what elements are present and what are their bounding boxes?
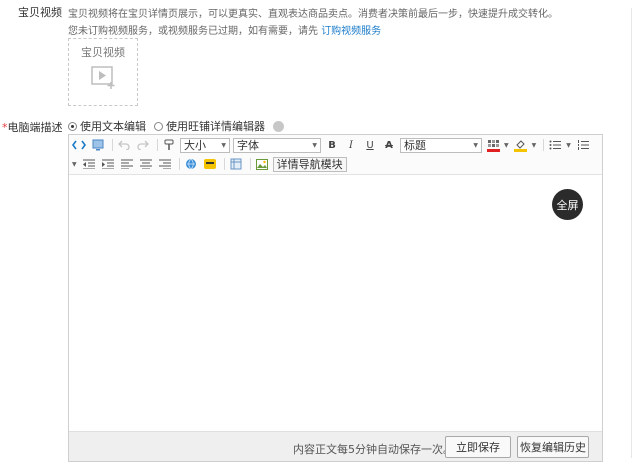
toolbar-separator <box>157 139 158 151</box>
align-left-icon[interactable] <box>119 156 135 172</box>
mode-shop-editor-label: 使用旺铺详情编辑器 <box>166 120 265 133</box>
editor-footer: 内容正文每5分钟自动保存一次。 立即保存 恢复编辑历史 <box>69 431 602 461</box>
chevron-down-icon: ▼ <box>221 141 226 149</box>
video-add-icon <box>91 66 115 89</box>
editor-toolbar: 大小 ▼ 字体 ▼ B I U A 标题 ▼ ▼ ▼ ▼ ▼ 详情导航模块 <box>69 135 602 175</box>
mode-shop-editor[interactable]: 使用旺铺详情编辑器 <box>154 118 265 134</box>
video-subscribe-prefix: 您未订购视频服务，或视频服务已过期，如有需要，请先 <box>68 26 318 37</box>
chevron-down-icon: ▼ <box>473 141 478 149</box>
source-code-icon[interactable] <box>71 137 87 153</box>
emoticon-icon[interactable] <box>202 156 218 172</box>
more-dropdown-icon[interactable]: ▼ <box>72 161 77 168</box>
highlight-color-dropdown-icon[interactable]: ▼ <box>532 142 537 149</box>
font-family-select[interactable]: 字体 ▼ <box>233 137 321 153</box>
outdent-icon[interactable] <box>81 156 97 172</box>
toolbar-row-2: ▼ 详情导航模块 <box>71 155 347 173</box>
subscribe-video-link[interactable]: 订购视频服务 <box>321 26 381 37</box>
insert-image-icon[interactable] <box>254 156 270 172</box>
font-color-icon[interactable] <box>485 137 501 153</box>
help-dot-icon[interactable] <box>273 120 284 132</box>
font-family-value: 字体 <box>237 139 259 152</box>
insert-table-icon[interactable] <box>228 156 244 172</box>
detail-nav-module-button[interactable]: 详情导航模块 <box>272 156 347 172</box>
underline-button[interactable]: U <box>362 137 378 153</box>
toolbar-separator <box>223 158 225 170</box>
restore-history-button[interactable]: 恢复编辑历史 <box>517 436 589 458</box>
align-center-icon[interactable] <box>138 156 154 172</box>
toolbar-separator <box>178 158 180 170</box>
toolbar-separator <box>112 139 113 151</box>
heading-value: 标题 <box>404 139 426 152</box>
font-size-select[interactable]: 大小 ▼ <box>180 137 230 153</box>
ordered-list-icon[interactable] <box>575 137 591 153</box>
fullscreen-button[interactable]: 全屏 <box>552 189 583 220</box>
align-right-icon[interactable] <box>157 156 173 172</box>
video-subscribe-notice: 您未订购视频服务，或视频服务已过期，如有需要，请先 订购视频服务 <box>68 22 381 37</box>
rich-text-editor: 大小 ▼ 字体 ▼ B I U A 标题 ▼ ▼ ▼ ▼ ▼ 详情导航模块 全屏… <box>68 134 603 462</box>
mode-text-editor-label: 使用文本编辑 <box>80 120 146 133</box>
redo-icon[interactable] <box>135 137 151 153</box>
chevron-down-icon: ▼ <box>312 141 317 149</box>
video-label: 宝贝视频 <box>18 6 62 19</box>
editor-mode-selector: 使用文本编辑 使用旺铺详情编辑器 <box>68 118 284 134</box>
toolbar-separator <box>249 158 251 170</box>
video-description: 宝贝视频将在宝贝详情页展示，可以更真实、直观表达商品卖点。消费者决策前最后一步，… <box>68 9 558 20</box>
toolbar-row-1: 大小 ▼ 字体 ▼ B I U A 标题 ▼ ▼ ▼ ▼ <box>71 136 594 154</box>
save-now-button[interactable]: 立即保存 <box>445 436 511 458</box>
undo-icon[interactable] <box>116 137 132 153</box>
bold-button[interactable]: B <box>324 137 340 153</box>
font-size-value: 大小 <box>184 139 206 152</box>
font-color-dropdown-icon[interactable]: ▼ <box>504 142 509 149</box>
description-label: *电脑端描述 <box>2 119 63 135</box>
mode-text-editor[interactable]: 使用文本编辑 <box>68 118 146 134</box>
format-brush-icon[interactable] <box>161 137 177 153</box>
unordered-list-dropdown-icon[interactable]: ▼ <box>566 142 571 149</box>
strikethrough-button[interactable]: A <box>381 137 397 153</box>
radio-shop-editor[interactable] <box>154 121 163 131</box>
insert-link-icon[interactable] <box>183 156 199 172</box>
autosave-notice: 内容正文每5分钟自动保存一次。 <box>293 443 454 456</box>
video-upload-title: 宝贝视频 <box>81 46 125 59</box>
radio-text-editor[interactable] <box>68 121 77 131</box>
indent-icon[interactable] <box>100 156 116 172</box>
page-scroll-track[interactable] <box>631 8 632 458</box>
italic-button[interactable]: I <box>343 137 359 153</box>
preview-icon[interactable] <box>90 137 106 153</box>
highlight-color-icon[interactable] <box>513 137 529 153</box>
video-upload-box[interactable]: 宝贝视频 <box>68 38 138 106</box>
heading-select[interactable]: 标题 ▼ <box>400 137 482 153</box>
description-label-text: 电脑端描述 <box>7 121 63 134</box>
unordered-list-icon[interactable] <box>547 137 563 153</box>
toolbar-separator <box>543 139 545 151</box>
